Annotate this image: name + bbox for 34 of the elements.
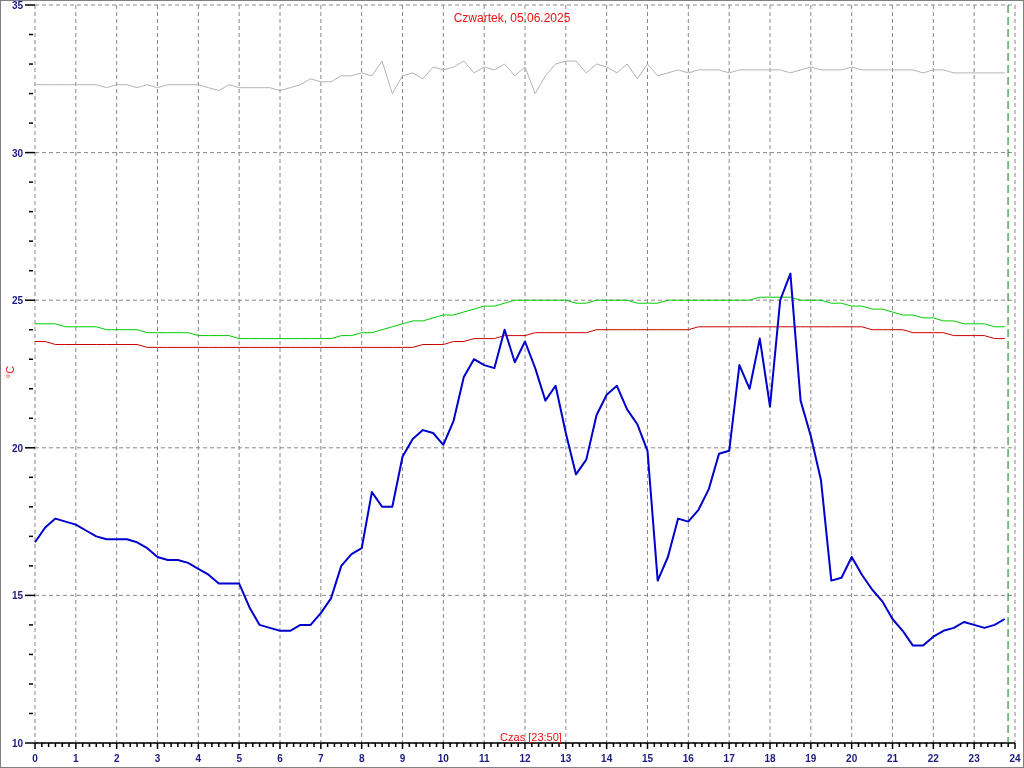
x-tick-label: 21 bbox=[886, 753, 899, 764]
x-tick-label: 16 bbox=[682, 753, 694, 764]
x-tick-label: 20 bbox=[846, 753, 858, 764]
x-tick-label: 2 bbox=[113, 753, 120, 764]
chart-title: Czwartek, 05.06.2025 bbox=[453, 11, 571, 25]
y-tick-label: 30 bbox=[11, 147, 23, 159]
x-tick-label: 23 bbox=[968, 753, 980, 764]
y-axis-label: °C bbox=[4, 365, 16, 379]
x-tick-label: 5 bbox=[236, 753, 242, 764]
x-tick-label: 22 bbox=[927, 753, 939, 764]
y-tick-label: 25 bbox=[11, 295, 23, 307]
x-tick-label: 6 bbox=[277, 753, 283, 764]
y-tick-label: 20 bbox=[11, 442, 23, 454]
x-tick-label: 1 bbox=[73, 753, 79, 764]
y-tick-label: 10 bbox=[11, 738, 23, 749]
x-tick-label: 13 bbox=[560, 753, 572, 764]
y-tick-label: 15 bbox=[11, 590, 23, 602]
x-tick-label: 17 bbox=[723, 753, 735, 764]
x-tick-label: 0 bbox=[32, 753, 38, 764]
x-tick-label: 11 bbox=[478, 753, 490, 764]
x-tick-label: 7 bbox=[318, 753, 324, 764]
y-tick-label: 35 bbox=[11, 0, 23, 11]
x-tick-label: 19 bbox=[805, 753, 817, 764]
x-tick-label: 3 bbox=[154, 753, 161, 764]
x-tick-label: 8 bbox=[358, 753, 365, 764]
x-tick-label: 18 bbox=[764, 753, 776, 764]
x-axis-label: Czas [23:50] bbox=[500, 731, 562, 743]
x-tick-label: 12 bbox=[519, 753, 531, 764]
x-tick-label: 9 bbox=[399, 753, 406, 764]
x-tick-label: 14 bbox=[601, 753, 613, 764]
x-tick-label: 10 bbox=[437, 753, 449, 764]
x-tick-label: 4 bbox=[195, 753, 202, 764]
x-tick-label: 15 bbox=[641, 753, 654, 764]
x-tick-label: 24 bbox=[1009, 753, 1021, 764]
